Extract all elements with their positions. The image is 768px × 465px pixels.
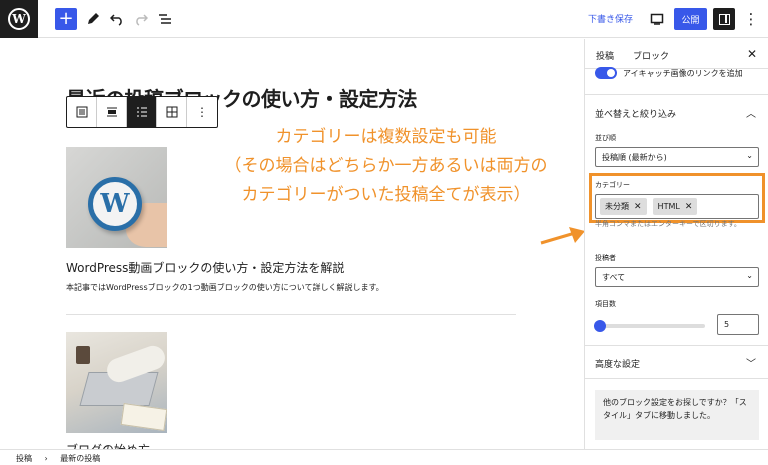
redo-icon[interactable] xyxy=(130,8,152,30)
order-label: 並び順 xyxy=(595,134,616,142)
category-token: 未分類 ✕ xyxy=(600,198,647,215)
tools-pencil-icon[interactable] xyxy=(82,8,104,30)
category-label: カテゴリー xyxy=(595,181,630,189)
author-select-value: すべて xyxy=(602,273,626,282)
order-select[interactable]: 投稿順 (最新から) ⌄ xyxy=(595,147,759,167)
chevron-down-icon[interactable]: ﹀ xyxy=(746,355,756,370)
featured-link-toggle-row: アイキャッチ画像のリンクを追加 xyxy=(595,67,765,81)
chevron-down-icon: ⌄ xyxy=(746,271,753,280)
chevron-up-icon[interactable]: ︿ xyxy=(746,105,756,120)
settings-sidebar: 投稿 ブロック ✕ アイキャッチ画像のリンクを追加 並べ替えと絞り込み ︿ 並び… xyxy=(584,39,768,449)
annotation-line: カテゴリーがついた投稿全てが表示） xyxy=(241,185,531,205)
breadcrumb-separator-icon: › xyxy=(44,454,48,463)
category-help-text: 半角コンマまたはエンターキーで区切ります。 xyxy=(595,220,741,228)
remove-token-icon[interactable]: ✕ xyxy=(634,202,642,212)
list-view-icon[interactable] xyxy=(127,97,157,127)
post-divider xyxy=(66,314,516,315)
count-slider-thumb[interactable] xyxy=(594,320,606,332)
post-title-link[interactable]: ブログの始め方 xyxy=(66,441,150,449)
sidebar-icon xyxy=(718,13,730,25)
wordpress-logo-button[interactable]: W xyxy=(0,0,38,38)
undo-icon[interactable] xyxy=(106,8,128,30)
add-block-button[interactable]: + xyxy=(55,8,77,30)
post-title-link[interactable]: WordPress動画ブロックの使い方・設定方法を解説 xyxy=(66,259,344,276)
editor-toolbar: W + 下書き保存 公開 ⋮ xyxy=(0,0,768,38)
order-select-value: 投稿順 (最新から) xyxy=(602,153,667,162)
category-token-label: 未分類 xyxy=(605,202,629,211)
breadcrumb: 投稿 › 最新の投稿 xyxy=(0,449,768,465)
category-token-field[interactable]: 未分類 ✕ HTML ✕ xyxy=(595,194,759,219)
post-thumbnail-laptop[interactable] xyxy=(66,332,167,433)
block-type-icon[interactable] xyxy=(67,97,97,127)
featured-link-toggle[interactable] xyxy=(595,67,617,79)
category-token-label: HTML xyxy=(657,202,680,211)
options-more-icon[interactable]: ⋮ xyxy=(740,8,762,30)
count-input[interactable]: 5 xyxy=(717,314,759,335)
wordpress-coin-image: W xyxy=(88,177,142,231)
annotation-note: カテゴリーは複数設定も可能 （その場合はどちらか一方あるいは両方の カテゴリーが… xyxy=(196,123,576,210)
close-icon[interactable]: ✕ xyxy=(747,47,757,61)
save-draft-button[interactable]: 下書き保存 xyxy=(588,12,633,25)
tab-post[interactable]: 投稿 xyxy=(596,49,614,62)
featured-link-label: アイキャッチ画像のリンクを追加 xyxy=(623,69,743,78)
grid-view-icon[interactable] xyxy=(157,97,187,127)
settings-toggle-button[interactable] xyxy=(713,8,735,30)
annotation-line: （その場合はどちらか一方あるいは両方の xyxy=(224,156,548,176)
tab-block[interactable]: ブロック xyxy=(633,49,669,62)
editor-canvas: 最近の投稿ブロックの使い方・設定方法 ⋮ W WordPress動画ブロックの使… xyxy=(0,39,584,449)
sidebar-tabs: 投稿 ブロック ✕ xyxy=(585,39,768,69)
style-tab-notice: 他のブロック設定をお探しですか？「スタイル」タブに移動しました。 xyxy=(595,390,759,440)
annotation-arrow-icon xyxy=(540,227,584,245)
remove-token-icon[interactable]: ✕ xyxy=(685,202,693,212)
preview-icon[interactable] xyxy=(646,8,668,30)
document-overview-icon[interactable] xyxy=(154,8,176,30)
wordpress-logo-icon: W xyxy=(8,8,30,30)
post-excerpt: 本記事ではWordPressブロックの1つ動画ブロックの使い方について詳しく解説… xyxy=(66,283,384,292)
breadcrumb-item[interactable]: 最新の投稿 xyxy=(60,454,100,463)
count-label: 項目数 xyxy=(595,300,616,308)
chevron-down-icon: ⌄ xyxy=(746,151,753,160)
sort-filter-panel-title[interactable]: 並べ替えと絞り込み xyxy=(595,107,676,120)
author-label: 投稿者 xyxy=(595,254,616,262)
breadcrumb-item[interactable]: 投稿 xyxy=(16,454,32,463)
publish-button[interactable]: 公開 xyxy=(674,8,707,30)
count-slider-track[interactable] xyxy=(599,324,705,328)
align-icon[interactable] xyxy=(97,97,127,127)
annotation-line: カテゴリーは複数設定も可能 xyxy=(275,127,497,147)
category-token: HTML ✕ xyxy=(652,198,698,215)
author-select[interactable]: すべて ⌄ xyxy=(595,267,759,287)
post-thumbnail-wordpress[interactable]: W xyxy=(66,147,167,248)
advanced-panel-title[interactable]: 高度な設定 xyxy=(595,357,640,370)
